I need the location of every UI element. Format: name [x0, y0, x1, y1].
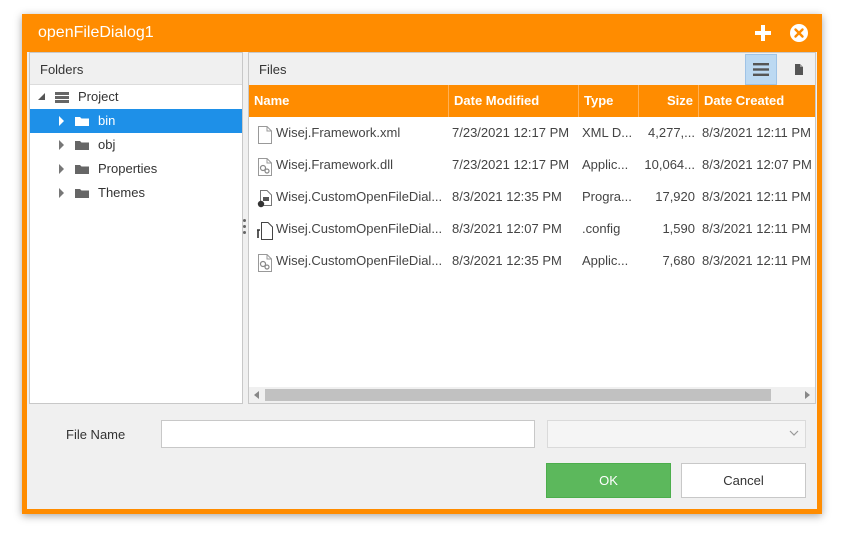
close-icon[interactable] — [788, 22, 810, 44]
ok-button[interactable]: OK — [546, 463, 671, 498]
tree-item-label: obj — [98, 137, 116, 152]
tree-item-project[interactable]: Project — [30, 85, 242, 109]
file-row[interactable]: Wisej.Framework.dll 7/23/2021 12:17 PM App… — [249, 149, 815, 181]
files-toolbar: Files — [249, 53, 815, 85]
cell-name: Wisej.CustomOpenFileDial... — [276, 189, 443, 204]
chevron-right-icon[interactable] — [56, 157, 68, 181]
folder-icon — [74, 133, 90, 157]
column-header-row: Name Date Modified Type Size Date Create… — [249, 85, 815, 117]
files-panel: Files Name Date Modified Type Size Date … — [248, 52, 816, 404]
cancel-button[interactable]: Cancel — [681, 463, 806, 498]
cell-size: 17,920 — [655, 189, 695, 204]
cell-name: Wisej.Framework.dll — [276, 157, 394, 172]
folder-icon — [74, 109, 90, 133]
dll-icon — [257, 252, 273, 272]
tree-item-properties[interactable]: Properties — [30, 157, 242, 181]
document-icon — [257, 124, 273, 144]
cell-size: 7,680 — [662, 253, 695, 268]
cell-size: 4,277,... — [648, 125, 695, 140]
cell-date-created: 8/3/2021 12:11 PM — [702, 253, 811, 268]
window-title: openFileDialog1 — [38, 24, 154, 41]
list-lines-icon — [753, 63, 769, 76]
tree-item-label: Properties — [98, 161, 158, 176]
chevron-down-icon — [789, 430, 799, 436]
page-icon — [795, 64, 803, 75]
cell-type: XML D... — [582, 125, 633, 140]
chevron-down-icon[interactable] — [36, 85, 48, 109]
files-header: Files — [259, 62, 287, 77]
program-icon — [257, 188, 273, 208]
scrollbar-thumb[interactable] — [265, 389, 771, 401]
scroll-right-icon — [805, 391, 810, 399]
file-filter-select[interactable] — [547, 420, 806, 448]
open-file-dialog: openFileDialog1 Folders Project bin obj Pro… — [22, 14, 822, 514]
cell-date-modified: 8/3/2021 12:35 PM — [452, 253, 562, 268]
chevron-right-icon[interactable] — [56, 109, 68, 133]
cell-date-created: 8/3/2021 12:11 PM — [702, 221, 811, 236]
column-date-created[interactable]: Date Created — [699, 85, 815, 117]
file-row[interactable]: Wisej.CustomOpenFileDial... 8/3/2021 12:3… — [249, 181, 815, 213]
splitter-handle[interactable] — [243, 219, 247, 237]
cell-name: Wisej.Framework.xml — [276, 125, 401, 140]
column-size[interactable]: Size — [639, 85, 699, 117]
cell-date-modified: 8/3/2021 12:35 PM — [452, 189, 562, 204]
column-name[interactable]: Name — [249, 85, 449, 117]
cell-date-modified: 8/3/2021 12:07 PM — [452, 221, 562, 236]
horizontal-scrollbar[interactable] — [249, 387, 815, 403]
column-date-modified[interactable]: Date Modified — [449, 85, 579, 117]
file-name-input[interactable] — [161, 420, 535, 448]
cell-type: .config — [582, 221, 621, 236]
cell-size: 10,064... — [644, 157, 695, 172]
tree-item-themes[interactable]: Themes — [30, 181, 242, 205]
folders-header: Folders — [30, 53, 242, 85]
file-row[interactable]: Wisej.CustomOpenFileDial... 8/3/2021 12:0… — [249, 213, 815, 245]
cell-date-modified: 7/23/2021 12:17 PM — [452, 125, 570, 140]
cell-type: Applic... — [582, 253, 629, 268]
title-bar[interactable]: openFileDialog1 — [22, 14, 822, 52]
tree-item-obj[interactable]: obj — [30, 133, 242, 157]
file-list: Wisej.Framework.xml 7/23/2021 12:17 PM XML… — [249, 117, 815, 277]
details-view-button[interactable] — [745, 54, 777, 85]
tree-item-label: bin — [98, 113, 116, 128]
bottom-area: File Name OK Cancel — [27, 404, 817, 514]
cell-name: Wisej.CustomOpenFileDial... — [276, 253, 443, 268]
tree-item-label: Themes — [98, 185, 145, 200]
scroll-left-icon — [254, 391, 259, 399]
folders-panel: Folders Project bin obj Properties Themes — [29, 52, 243, 404]
dll-icon — [257, 156, 273, 176]
folder-icon — [74, 157, 90, 181]
column-type[interactable]: Type — [579, 85, 639, 117]
cell-date-created: 8/3/2021 12:11 PM — [702, 189, 811, 204]
chevron-right-icon[interactable] — [56, 133, 68, 157]
file-row[interactable]: Wisej.CustomOpenFileDial... 8/3/2021 12:3… — [249, 245, 815, 277]
tree-item-label: Project — [78, 89, 119, 104]
cell-type: Progra... — [582, 189, 632, 204]
cell-type: Applic... — [582, 157, 629, 172]
file-name-label: File Name — [66, 427, 126, 442]
cell-name: Wisej.CustomOpenFileDial... — [276, 221, 443, 236]
list-view-button[interactable] — [783, 54, 815, 85]
cell-date-created: 8/3/2021 12:07 PM — [702, 157, 812, 172]
database-icon — [54, 85, 70, 109]
folder-tree: Project bin obj Properties Themes — [30, 85, 242, 205]
cell-size: 1,590 — [662, 221, 695, 236]
cell-date-created: 8/3/2021 12:11 PM — [702, 125, 811, 140]
plus-icon[interactable] — [752, 22, 774, 44]
cell-date-modified: 7/23/2021 12:17 PM — [452, 157, 570, 172]
folder-icon — [74, 181, 90, 205]
tree-item-bin[interactable]: bin — [30, 109, 242, 133]
file-row[interactable]: Wisej.Framework.xml 7/23/2021 12:17 PM XML… — [249, 117, 815, 149]
chevron-right-icon[interactable] — [56, 181, 68, 205]
config-icon — [256, 220, 273, 240]
